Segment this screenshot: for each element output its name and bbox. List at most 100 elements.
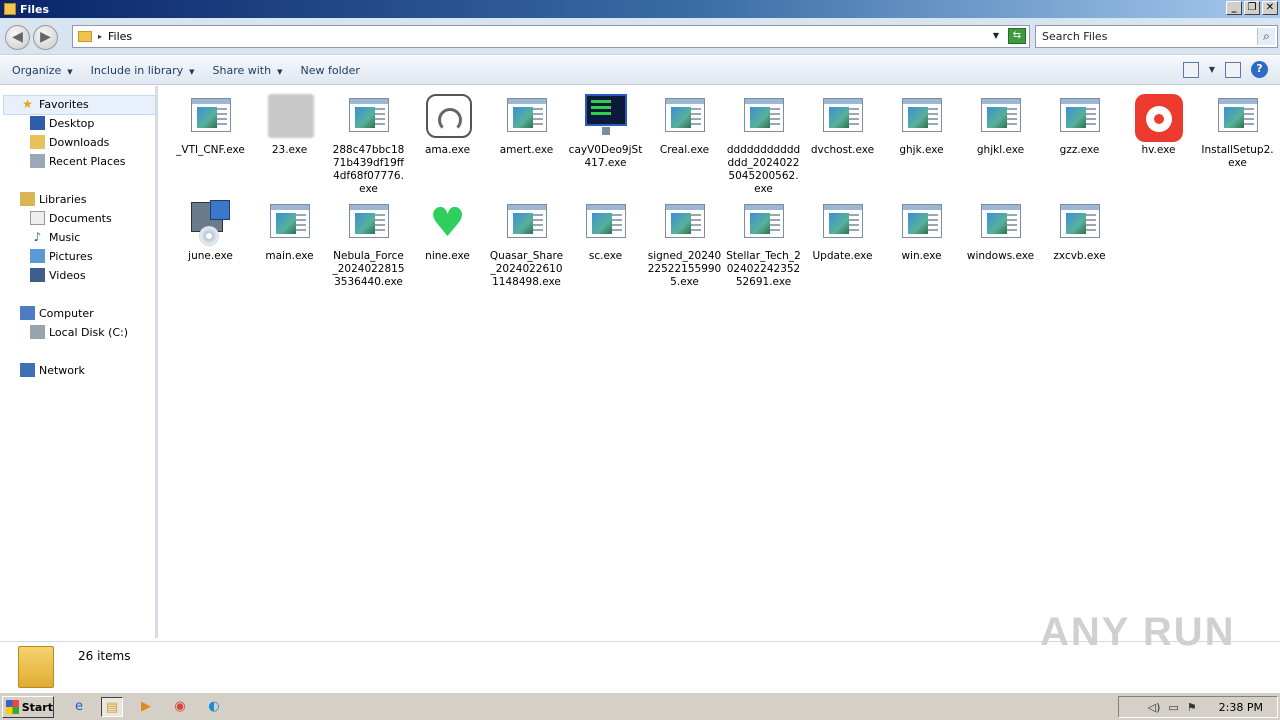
explorer-taskbar-icon[interactable]: ▤ <box>101 697 123 717</box>
file-item[interactable]: Creal.exe <box>645 86 724 157</box>
nav-libraries[interactable]: Libraries <box>20 192 87 206</box>
file-item[interactable]: _VTI_CNF.exe <box>171 86 250 157</box>
chevron-right-icon[interactable]: ▸ <box>98 32 102 41</box>
file-item[interactable]: signed_20240225221559905.exe <box>645 192 724 289</box>
file-name: amert.exe <box>499 144 554 156</box>
preview-pane-icon[interactable] <box>1225 61 1241 78</box>
title-bar: Files _ ❐ ✕ <box>0 0 1280 18</box>
file-item[interactable]: Update.exe <box>803 192 882 263</box>
file-item[interactable]: hv.exe <box>1119 86 1198 157</box>
nav-pictures-label: Pictures <box>49 249 93 263</box>
file-item[interactable]: dddddddddddddd_20240225045200562.exe <box>724 86 803 196</box>
exe-icon <box>661 94 709 142</box>
chevron-down-icon[interactable]: ▼ <box>993 31 999 40</box>
file-item[interactable]: amert.exe <box>487 86 566 157</box>
nav-videos[interactable]: Videos <box>30 268 86 282</box>
exe-icon <box>898 200 946 248</box>
file-item[interactable]: sc.exe <box>566 192 645 263</box>
folder-icon <box>18 646 54 688</box>
exe-icon <box>977 94 1025 142</box>
exe-icon <box>345 94 393 142</box>
folder-icon <box>4 3 16 15</box>
help-icon[interactable]: ? <box>1251 61 1268 78</box>
nav-computer[interactable]: Computer <box>20 306 94 320</box>
pictures-icon <box>30 249 45 263</box>
file-item[interactable]: june.exe <box>171 192 250 263</box>
taskbar: Start e ▤ ▶ ◉ ◐ ◁) ▭ ⚑ 2:38 PM <box>0 692 1280 720</box>
exe-icon <box>503 200 551 248</box>
red-app-icon <box>1134 94 1183 142</box>
clock[interactable]: 2:38 PM <box>1219 701 1263 714</box>
file-item[interactable]: Nebula_Force_20240228153536440.exe <box>329 192 408 289</box>
file-item[interactable]: windows.exe <box>961 192 1040 263</box>
internet-explorer-icon[interactable]: e <box>68 697 90 717</box>
exe-icon <box>582 200 630 248</box>
breadcrumb-files[interactable]: Files <box>108 30 132 43</box>
start-button[interactable]: Start <box>2 696 54 718</box>
file-item[interactable]: gzz.exe <box>1040 86 1119 157</box>
address-bar[interactable]: ▸ Files ▼ ⇆ <box>72 25 1030 48</box>
include-label: Include in library <box>90 63 184 77</box>
share-with-button[interactable]: Share with ▼ <box>207 64 289 77</box>
search-input[interactable]: Search Files ⌕ <box>1035 25 1278 48</box>
file-name: ghjk.exe <box>899 144 944 156</box>
nav-documents[interactable]: Documents <box>30 211 112 225</box>
new-folder-button[interactable]: New folder <box>294 64 365 77</box>
minimize-button[interactable]: _ <box>1226 1 1242 15</box>
file-item[interactable]: 288c47bbc1871b439df19ff4df68f07776.exe <box>329 86 408 196</box>
file-name: 288c47bbc1871b439df19ff4df68f07776.exe <box>332 144 405 195</box>
flag-icon[interactable]: ⚑ <box>1187 701 1197 714</box>
refresh-icon[interactable]: ⇆ <box>1008 28 1026 44</box>
nav-downloads[interactable]: Downloads <box>30 135 109 149</box>
forward-button[interactable]: ▶ <box>33 25 58 50</box>
nav-favorites[interactable]: ★ Favorites <box>20 97 89 111</box>
chevron-down-icon[interactable]: ▼ <box>1209 65 1215 74</box>
nav-desktop[interactable]: Desktop <box>30 116 94 130</box>
videos-icon <box>30 268 45 282</box>
nav-desktop-label: Desktop <box>49 116 95 130</box>
file-item[interactable]: ama.exe <box>408 86 487 157</box>
nav-favorites-label: Favorites <box>39 97 89 111</box>
file-name: Quasar_Share_20240226101148498.exe <box>489 250 564 288</box>
restore-button[interactable]: ❐ <box>1244 1 1260 15</box>
file-name: main.exe <box>265 250 314 262</box>
nav-recent-places[interactable]: Recent Places <box>30 154 126 168</box>
chrome-icon[interactable]: ◉ <box>169 697 191 717</box>
exe-icon <box>819 200 867 248</box>
file-name: dvchost.exe <box>810 144 875 156</box>
file-item[interactable]: main.exe <box>250 192 329 263</box>
nav-videos-label: Videos <box>49 268 86 282</box>
file-item[interactable]: InstallSetup2.exe <box>1198 86 1277 170</box>
back-button[interactable]: ◀ <box>5 25 30 50</box>
windows-logo-icon <box>6 700 19 714</box>
nav-music[interactable]: ♪ Music <box>30 230 81 244</box>
file-item[interactable]: zxcvb.exe <box>1040 192 1119 263</box>
file-item[interactable]: dvchost.exe <box>803 86 882 157</box>
downloads-icon <box>30 135 45 149</box>
media-player-icon[interactable]: ▶ <box>135 697 157 717</box>
file-item[interactable]: Quasar_Share_20240226101148498.exe <box>487 192 566 289</box>
nav-network[interactable]: Network <box>20 363 85 377</box>
file-item[interactable]: ♥ nine.exe <box>408 192 487 263</box>
file-item[interactable]: cayV0Deo9jSt417.exe <box>566 86 645 170</box>
file-item[interactable]: ghjkl.exe <box>961 86 1040 157</box>
include-in-library-button[interactable]: Include in library ▼ <box>85 64 201 77</box>
volume-icon[interactable]: ◁) <box>1148 701 1161 714</box>
nav-local-disk[interactable]: Local Disk (C:) <box>30 325 128 339</box>
view-options-icon[interactable] <box>1182 61 1199 78</box>
file-item[interactable]: 23.exe <box>250 86 329 157</box>
file-item[interactable]: ghjk.exe <box>882 86 961 157</box>
file-item[interactable]: win.exe <box>882 192 961 263</box>
network-tray-icon[interactable]: ▭ <box>1168 701 1178 714</box>
close-button[interactable]: ✕ <box>1262 1 1278 15</box>
nav-pictures[interactable]: Pictures <box>30 249 93 263</box>
edge-icon[interactable]: ◐ <box>203 697 225 717</box>
file-item[interactable]: Stellar_Tech_20240224235252691.exe <box>724 192 803 289</box>
organize-button[interactable]: Organize ▼ <box>6 64 79 77</box>
search-icon[interactable]: ⌕ <box>1257 28 1275 45</box>
blurred-icon <box>266 94 314 142</box>
nav-network-label: Network <box>39 363 85 377</box>
drive-icon <box>30 325 45 339</box>
file-name: dddddddddddddd_20240225045200562.exe <box>726 144 801 195</box>
exe-icon <box>740 200 788 248</box>
